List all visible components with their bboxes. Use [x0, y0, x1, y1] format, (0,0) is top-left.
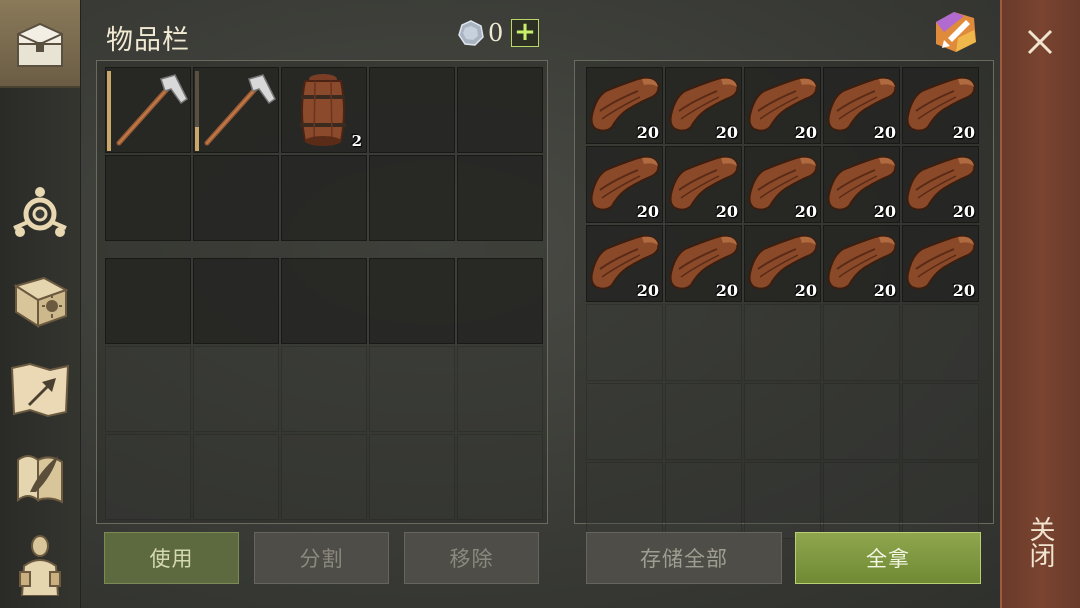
inventory-slot[interactable]	[105, 67, 191, 153]
inventory-slot[interactable]: 2	[281, 67, 367, 153]
locked-slot	[281, 434, 367, 520]
close-button[interactable]: 关闭	[1022, 516, 1058, 576]
container-slot[interactable]: 20	[665, 225, 742, 302]
store-all-button[interactable]: 存储全部	[586, 532, 782, 584]
item-count: 20	[636, 123, 659, 142]
pickaxe-icon	[204, 74, 276, 146]
locked-slot	[744, 304, 821, 381]
locked-slot	[744, 383, 821, 460]
container-slot[interactable]: 20	[902, 146, 979, 223]
inventory-slot[interactable]	[193, 155, 279, 241]
container-slot[interactable]: 20	[586, 225, 663, 302]
remove-button[interactable]: 移除	[404, 532, 539, 584]
item-count: 20	[873, 123, 896, 142]
container-slot[interactable]: 20	[586, 67, 663, 144]
item-count: 20	[794, 281, 817, 300]
inventory-slot[interactable]	[457, 258, 543, 344]
sidebar	[0, 0, 81, 608]
container-grid: 20 20 20 20 20 20 20 20 20 20 20 20 20 20 20	[586, 67, 979, 539]
container-slot[interactable]: 20	[665, 67, 742, 144]
locked-slot	[105, 346, 191, 432]
locked-slot	[193, 434, 279, 520]
pickaxe-icon	[116, 74, 188, 146]
locked-slot	[369, 346, 455, 432]
split-button[interactable]: 分割	[254, 532, 389, 584]
emblem-icon[interactable]	[8, 182, 72, 246]
locked-slot	[665, 304, 742, 381]
item-count: 20	[715, 202, 738, 221]
item-count: 20	[715, 123, 738, 142]
locked-slot	[902, 462, 979, 539]
container-slot[interactable]: 20	[744, 146, 821, 223]
item-count: 20	[636, 202, 659, 221]
coin-icon	[457, 19, 485, 47]
inventory-slot[interactable]	[281, 155, 367, 241]
inventory-slot[interactable]	[369, 258, 455, 344]
item-count: 20	[952, 202, 975, 221]
quill-scroll-icon[interactable]	[8, 446, 72, 510]
container-slot[interactable]: 20	[902, 225, 979, 302]
inventory-slot[interactable]	[193, 67, 279, 153]
locked-slot	[823, 383, 900, 460]
inventory-slot[interactable]	[281, 258, 367, 344]
item-count: 20	[952, 281, 975, 300]
inventory-slot[interactable]	[369, 67, 455, 153]
inventory-slot[interactable]	[457, 155, 543, 241]
inventory-grid-main: 2	[105, 67, 543, 241]
locked-slot	[902, 304, 979, 381]
item-count: 2	[351, 132, 362, 150]
map-arrow-icon[interactable]	[8, 358, 72, 422]
locked-slot	[665, 462, 742, 539]
container-slot[interactable]: 20	[823, 67, 900, 144]
locked-slot	[902, 383, 979, 460]
sun-book-icon[interactable]	[8, 270, 72, 334]
locked-slot	[105, 434, 191, 520]
sort-brush-icon[interactable]	[930, 8, 980, 54]
item-count: 20	[873, 281, 896, 300]
container-slot[interactable]: 20	[744, 67, 821, 144]
locked-slot	[457, 434, 543, 520]
locked-slot	[665, 383, 742, 460]
container-slot[interactable]: 20	[586, 146, 663, 223]
inventory-slot[interactable]	[369, 155, 455, 241]
locked-slot	[586, 304, 663, 381]
inventory-slot[interactable]	[193, 258, 279, 344]
use-button[interactable]: 使用	[104, 532, 239, 584]
inventory-grid-extra	[105, 258, 543, 520]
item-count: 20	[715, 281, 738, 300]
item-count: 20	[636, 281, 659, 300]
container-slot[interactable]: 20	[665, 146, 742, 223]
page-title: 物品栏	[106, 25, 190, 56]
locked-slot	[193, 346, 279, 432]
locked-slot	[281, 346, 367, 432]
container-slot[interactable]: 20	[823, 225, 900, 302]
locked-slot	[369, 434, 455, 520]
locked-slot	[586, 462, 663, 539]
chest-icon	[8, 10, 72, 74]
add-currency-button[interactable]: +	[511, 19, 539, 47]
character-icon[interactable]	[8, 532, 72, 597]
item-count: 20	[873, 202, 896, 221]
close-label: 关闭	[1025, 516, 1055, 568]
locked-slot	[823, 304, 900, 381]
locked-slot	[744, 462, 821, 539]
inventory-slot[interactable]	[457, 67, 543, 153]
container-slot[interactable]: 20	[823, 146, 900, 223]
currency-count: 0	[488, 19, 504, 47]
inventory-slot[interactable]	[105, 258, 191, 344]
take-all-button[interactable]: 全拿	[795, 532, 981, 584]
locked-slot	[586, 383, 663, 460]
close-icon[interactable]	[1024, 26, 1056, 58]
inventory-slot[interactable]	[105, 155, 191, 241]
container-slot[interactable]: 20	[902, 67, 979, 144]
item-count: 20	[794, 123, 817, 142]
item-count: 20	[952, 123, 975, 142]
locked-slot	[823, 462, 900, 539]
sidebar-item-chest[interactable]	[0, 0, 80, 88]
item-count: 20	[794, 202, 817, 221]
container-slot[interactable]: 20	[744, 225, 821, 302]
locked-slot	[457, 346, 543, 432]
